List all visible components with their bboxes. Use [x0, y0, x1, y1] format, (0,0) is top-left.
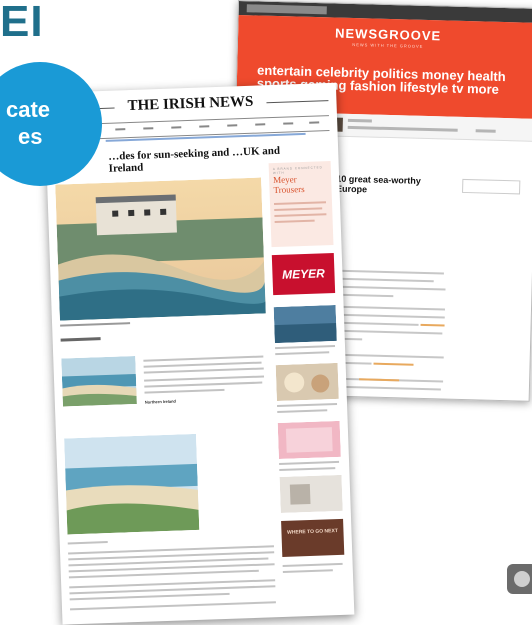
app-icon [507, 564, 532, 594]
newsgroove-article-title: 10 great sea-worthy Europe [335, 173, 422, 195]
ad-brand-name: Meyer Trousers [273, 174, 305, 196]
sidebar-box [462, 178, 521, 195]
photo-caption [60, 322, 131, 327]
newsgroove-nav-item[interactable]: fashion [350, 78, 397, 94]
beach-photo-small [61, 355, 137, 407]
related-story-thumbnail[interactable] [279, 474, 343, 513]
meyer-logo-banner[interactable]: MEYER [271, 252, 336, 296]
promo-banner[interactable]: WHERE TO GO NEXT [281, 518, 345, 557]
related-story-thumbnail[interactable] [275, 362, 339, 402]
newsgroove-nav-item[interactable]: more [467, 81, 499, 97]
related-story-thumbnail[interactable] [277, 420, 341, 460]
related-story-thumbnail[interactable] [273, 304, 337, 344]
badge-line-1: cate [6, 97, 51, 122]
beach-photo-large [64, 433, 200, 535]
section-subheading: Northern Ireland [144, 398, 177, 405]
newsgroove-nav-item[interactable]: lifestyle [400, 79, 449, 95]
author-byline [60, 337, 101, 342]
meyer-advert[interactable]: A BRAND CONNECTED WITH Meyer Trousers [268, 161, 334, 248]
irish-news-page-screenshot: THE IRISH NEWS …des for sun-seeking and … [44, 82, 355, 625]
newsgroove-nav-item[interactable]: tv [452, 81, 464, 96]
hero-coastal-photo [55, 177, 266, 321]
badge-line-2: es [18, 124, 43, 149]
partial-heading-fragment: EI [0, 0, 44, 46]
